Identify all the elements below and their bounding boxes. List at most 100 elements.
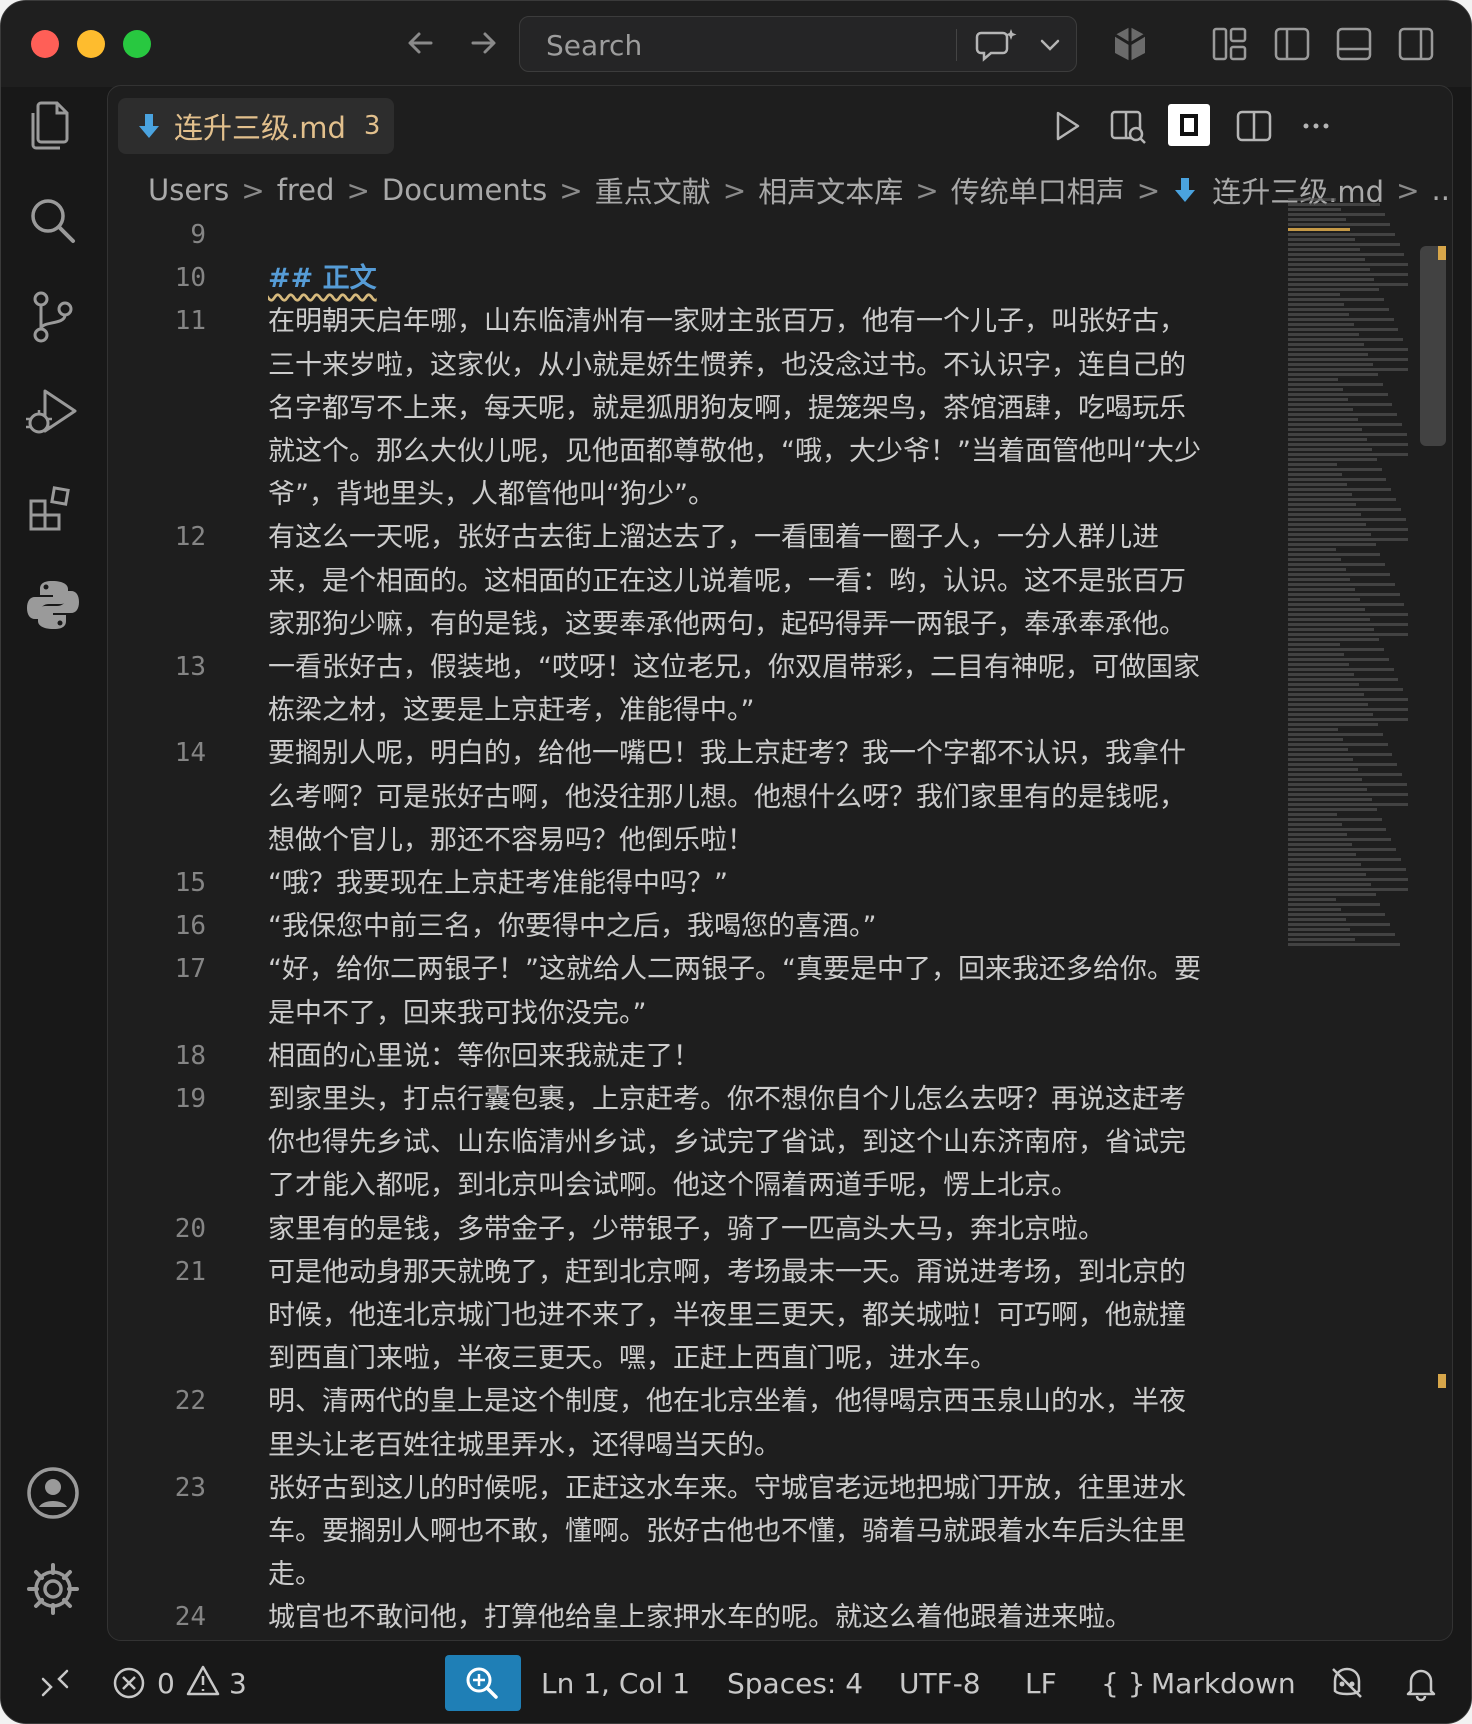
error-icon[interactable] [111, 1665, 147, 1701]
code-line[interactable]: 16 “我保您中前三名，你要得中之后，我喝您的喜酒。” [108, 905, 1284, 948]
minimap-line [1288, 483, 1347, 486]
open-preview-to-side-icon[interactable] [1106, 104, 1150, 148]
toggle-secondary-sidebar-icon[interactable] [1395, 23, 1437, 65]
line-text: “哦？我要现在上京赶考准能得中吗？” [268, 868, 728, 899]
minimap-line [1288, 778, 1363, 781]
minimap-line [1288, 603, 1405, 606]
copilot-logo-icon[interactable] [1109, 23, 1151, 65]
run-icon[interactable] [1044, 104, 1088, 148]
line-text: “我保您中前三名，你要得中之后，我喝您的喜酒。” [268, 911, 877, 943]
line-text: 到家里头，打点行囊包裹，上京赶考。你不想你自个儿怎么去呀？再说这赶考 [268, 1084, 1186, 1115]
toggle-primary-sidebar-icon[interactable] [1271, 23, 1313, 65]
warning-icon[interactable] [185, 1663, 221, 1699]
breadcrumb-folder-2[interactable]: 相声文本库 [758, 169, 903, 211]
editor-text-area[interactable]: 9 10 ## 正文 11 在明朝天启年哪，山东临清州有一家财主张百万，他有一个儿子，叫… [108, 214, 1284, 1640]
minimap-line [1288, 428, 1363, 431]
back-arrow-icon[interactable] [401, 23, 441, 63]
minimap-line [1288, 888, 1408, 891]
minimap-line [1288, 773, 1402, 776]
line-text: 来，是个相面的。这相面的正在这儿说着呢，一看：哟，认识。这不是张百万 [268, 565, 1186, 597]
end-of-line[interactable]: LF [1025, 1667, 1057, 1700]
toggle-zen-button[interactable] [1168, 104, 1210, 146]
breadcrumb-symbols[interactable]: ... [1432, 173, 1452, 207]
minimap-line [1288, 373, 1378, 376]
code-line[interactable]: 21 可是他动身那天就晚了，赶到北京啊，考场最末一天。甭说进考场，到北京的 时候，他… [108, 1251, 1284, 1381]
language-mode[interactable]: Markdown [1151, 1667, 1296, 1700]
chevron-down-icon[interactable] [1036, 31, 1064, 59]
breadcrumb-documents[interactable]: Documents [382, 173, 547, 207]
vertical-scrollbar-thumb[interactable] [1420, 246, 1446, 446]
code-line[interactable]: 24 城官也不敢问他，打算他给皇上家押水车的呢。就这么着他跟着进来啦。 [108, 1596, 1284, 1639]
account-icon[interactable] [23, 1463, 83, 1523]
minimap-line [1288, 678, 1399, 681]
chevron-right-icon: > [1136, 173, 1161, 207]
close-window-button[interactable] [31, 30, 59, 58]
minimap-line [1288, 823, 1342, 826]
manage-gear-icon[interactable] [23, 1559, 83, 1619]
encoding[interactable]: UTF-8 [899, 1667, 981, 1700]
maximize-window-button[interactable] [123, 30, 151, 58]
line-text: 相面的心里说：等你回来我就走了！ [268, 1040, 700, 1072]
remote-connection-icon[interactable] [37, 1665, 73, 1701]
line-text: 时候，他连北京城门也进不来了，半夜里三更天，都关城啦！可巧啊，他就撞 [268, 1299, 1186, 1331]
code-line[interactable]: 19 到家里头，打点行囊包裹，上京赶考。你不想你自个儿怎么去呀？再说这赶考 你也得先… [108, 1078, 1284, 1208]
breadcrumb-folder-3[interactable]: 传统单口相声 [951, 169, 1125, 211]
minimap[interactable] [1288, 196, 1408, 1126]
minimap-line [1288, 828, 1387, 831]
customize-layout-icon[interactable] [1209, 23, 1251, 65]
code-line[interactable]: 20 家里有的是钱，多带金子，少带银子，骑了一匹高头大马，奔北京啦。 [108, 1208, 1284, 1251]
minimap-line [1288, 328, 1399, 331]
source-control-icon[interactable] [23, 287, 83, 347]
minimap-line [1288, 848, 1396, 851]
minimap-line [1288, 258, 1365, 261]
minimap-line [1288, 843, 1352, 846]
explorer-icon[interactable] [23, 95, 83, 155]
title-bar: Search [1, 1, 1471, 87]
error-count[interactable]: 0 [157, 1667, 175, 1700]
code-line[interactable]: 22 明、清两代的皇上是这个制度，他在北京坐着，他得喝京西玉泉山的水，半夜 里头让老… [108, 1380, 1284, 1466]
editor-tab-active[interactable]: 连升三级.md 3 [118, 98, 395, 154]
code-line[interactable]: 17 “好，给你二两银子！”这就给人二两银子。“真要是中了，回来我还多给你。要 是中… [108, 948, 1284, 1034]
cursor-position[interactable]: Ln 1, Col 1 [541, 1667, 690, 1700]
code-line[interactable]: 12 有这么一天呢，张好古去街上溜达去了，一看围着一圈子人，一分人群儿进 来，是个相… [108, 516, 1284, 646]
breadcrumb-fred[interactable]: fred [277, 173, 335, 207]
minimap-line [1288, 493, 1352, 496]
code-line[interactable]: 18 相面的心里说：等你回来我就走了！ [108, 1035, 1284, 1078]
code-line[interactable]: 14 要搁别人呢，明白的，给他一嘴巴！我上京赶考？我一个字都不认识，我拿什 么考啊？… [108, 732, 1284, 862]
minimap-line [1288, 658, 1389, 661]
copilot-chat-icon[interactable] [975, 27, 1019, 63]
minimap-line [1288, 403, 1393, 406]
line-text: 在明朝天启年哪，山东临清州有一家财主张百万，他有一个儿子，叫张好古， [268, 306, 1186, 338]
code-line[interactable]: 15 “哦？我要现在上京赶考准能得中吗？” [108, 862, 1284, 905]
minimap-line [1288, 668, 1394, 671]
command-center-search[interactable]: Search [519, 16, 1077, 72]
notifications-bell-icon[interactable] [1401, 1663, 1441, 1703]
run-and-debug-icon[interactable] [23, 383, 83, 443]
code-line[interactable]: 23 张好古到这儿的时候呢，正赶这水车来。守城官老远地把城门开放，往里进水 车。要搁… [108, 1467, 1284, 1597]
breadcrumb-users[interactable]: Users [148, 173, 229, 207]
code-line[interactable]: 9 [108, 214, 1284, 257]
line-number: 16 [174, 911, 206, 942]
more-actions-icon[interactable] [1294, 104, 1338, 148]
minimap-line [1288, 688, 1404, 691]
zoom-indicator-button[interactable] [445, 1655, 521, 1711]
python-icon[interactable] [23, 575, 83, 635]
code-line[interactable]: 13 一看张好古，假装地，“哎呀！这位老兄，你双眉带彩，二目有神呢，可做国家 栋梁之… [108, 646, 1284, 732]
minimap-line [1288, 343, 1364, 346]
forward-arrow-icon[interactable] [463, 23, 503, 63]
code-line[interactable]: 11 在明朝天启年哪，山东临清州有一家财主张百万，他有一个儿子，叫张好古， 三十来岁… [108, 300, 1284, 516]
search-icon[interactable] [23, 191, 83, 251]
code-line[interactable]: 10 ## 正文 [108, 257, 1284, 300]
split-editor-icon[interactable] [1232, 104, 1276, 148]
toggle-panel-icon[interactable] [1333, 23, 1375, 65]
breadcrumb-folder-1[interactable]: 重点文献 [595, 169, 711, 211]
minimap-line [1288, 743, 1388, 746]
minimap-line [1288, 733, 1383, 736]
copilot-status-icon[interactable] [1327, 1663, 1367, 1703]
minimize-window-button[interactable] [77, 30, 105, 58]
warning-count[interactable]: 3 [229, 1667, 247, 1700]
indentation[interactable]: Spaces: 4 [727, 1667, 863, 1700]
minimap-line [1288, 758, 1353, 761]
extensions-icon[interactable] [23, 479, 83, 539]
search-placeholder: Search [546, 29, 643, 62]
